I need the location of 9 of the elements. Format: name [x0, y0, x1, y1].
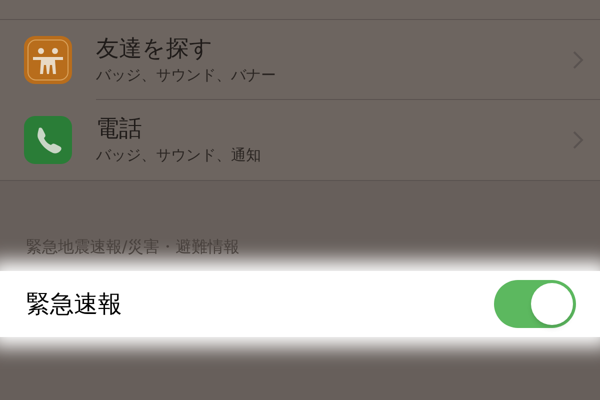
app-name: 電話: [96, 115, 143, 144]
phone-icon[interactable]: [24, 116, 72, 164]
toggle-switch[interactable]: [494, 280, 576, 328]
setting-label: 緊急速報: [25, 289, 123, 320]
people-icon[interactable]: [24, 36, 72, 84]
app-name: 友達を探す: [96, 34, 214, 64]
section-header: 緊急地震速報/災害・避難情報: [26, 237, 240, 256]
notification-summary: バッジ、サウンド、通知: [96, 145, 262, 166]
notification-summary: バッジ、サウンド、バナー: [96, 64, 277, 86]
